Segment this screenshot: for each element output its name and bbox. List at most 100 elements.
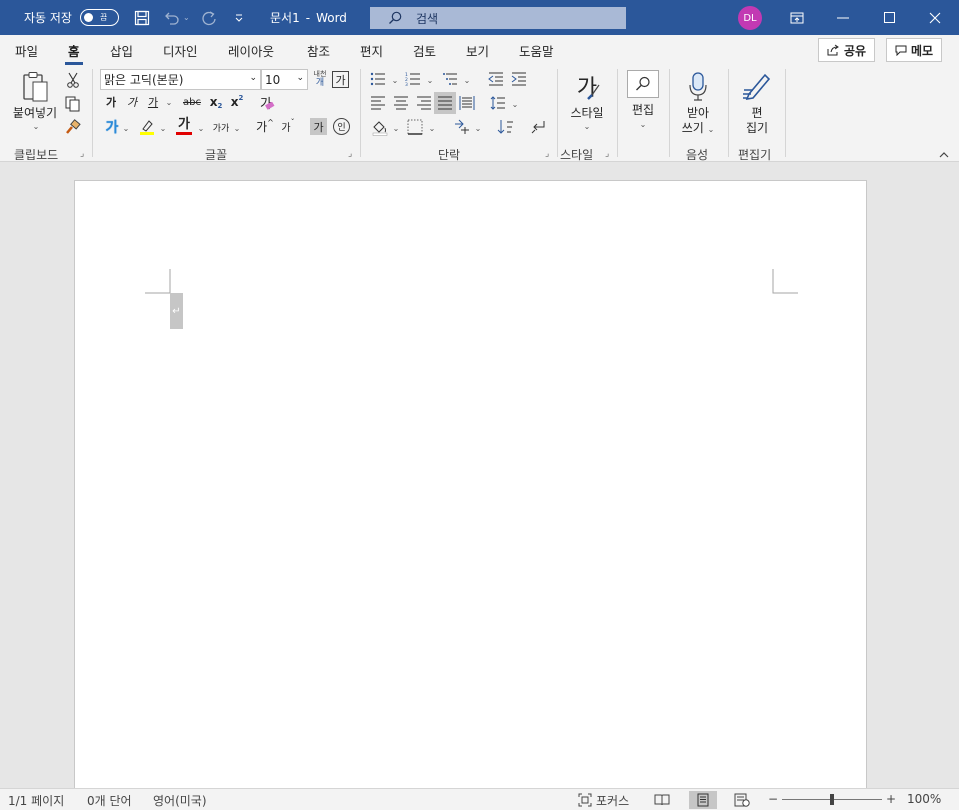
line-spacing-icon[interactable] [489,94,507,112]
distributed-icon[interactable] [458,94,476,112]
show-formatting-marks-icon[interactable] [529,118,549,136]
numbering-dropdown-icon[interactable]: ⌄ [425,74,435,86]
bullets-icon[interactable] [369,70,387,88]
zoom-in-button[interactable]: + [886,792,896,806]
comments-button[interactable]: 메모 [886,38,943,62]
phonetic-guide-icon[interactable]: 내천 개 [309,68,331,90]
align-center-icon[interactable] [392,94,410,112]
paragraph-launcher-icon[interactable]: ⌟ [545,149,549,159]
web-layout-icon[interactable] [730,791,754,809]
shading-dropdown-icon[interactable]: ⌄ [391,122,401,134]
character-scale-icon[interactable]: 가가 [210,118,232,136]
bold-icon[interactable]: 가 [103,93,119,111]
subscript-icon[interactable]: x2 [207,93,225,111]
zoom-slider-thumb[interactable] [830,794,834,805]
decrease-indent-icon[interactable] [487,70,505,88]
styles-launcher-icon[interactable]: ⌟ [605,149,609,159]
font-name-combo[interactable]: 맑은 고딕(본문) ⌄ [100,69,261,90]
customize-toolbar-icon[interactable] [230,9,248,27]
tab-references[interactable]: 참조 [307,41,330,60]
tab-file[interactable]: 파일 [15,41,38,60]
minimize-icon[interactable] [820,0,866,35]
line-spacing-dropdown-icon[interactable]: ⌄ [510,98,520,110]
print-layout-icon[interactable] [689,791,717,809]
avatar[interactable]: DL [738,6,762,30]
tab-home[interactable]: 홈 [65,41,82,65]
strikethrough-icon[interactable]: abc [180,93,204,111]
text-direction-icon[interactable] [452,118,472,136]
clipboard-launcher-icon[interactable]: ⌟ [80,149,84,159]
sort-icon[interactable] [496,118,516,136]
font-color-dropdown-icon[interactable]: ⌄ [196,122,206,134]
zoom-out-button[interactable]: − [768,792,778,806]
font-color-icon[interactable]: 가 [174,115,194,137]
character-shading-icon[interactable]: 가 [310,118,327,135]
zoom-level[interactable]: 100% [907,792,941,806]
language-indicator[interactable]: 영어(미국) [153,792,207,809]
enclose-characters-icon[interactable]: 인 [333,118,350,135]
tab-view[interactable]: 보기 [466,41,489,60]
tab-help[interactable]: 도움말 [519,41,554,60]
paste-icon[interactable] [20,70,52,104]
justify-icon[interactable] [434,92,456,114]
undo-icon[interactable] [163,9,181,27]
editing-dropdown-icon[interactable]: ⌄ [638,119,648,129]
font-launcher-icon[interactable]: ⌟ [348,149,352,159]
maximize-icon[interactable] [866,0,912,35]
borders-dropdown-icon[interactable]: ⌄ [427,122,437,134]
word-count[interactable]: 0개 단어 [87,792,132,809]
multilevel-list-icon[interactable] [441,70,459,88]
cut-icon[interactable] [64,71,82,89]
page-count[interactable]: 1/1 페이지 [8,792,64,809]
multilevel-dropdown-icon[interactable]: ⌄ [462,74,472,86]
search-input[interactable]: 검색 [370,7,626,29]
numbering-icon[interactable]: 123 [404,70,422,88]
document-area[interactable]: ↵ [0,162,959,800]
styles-dropdown-icon[interactable]: ⌄ [582,121,592,131]
underline-dropdown-icon[interactable]: ⌄ [164,96,174,108]
shading-icon[interactable] [370,118,390,136]
superscript-icon[interactable]: x2 [228,93,246,111]
grow-font-icon[interactable]: 가 ^ [255,117,275,135]
copy-icon[interactable] [64,95,82,113]
save-icon[interactable] [133,9,151,27]
tab-layout[interactable]: 레이아웃 [228,41,274,60]
microphone-icon[interactable] [686,70,710,104]
text-effects-dropdown-icon[interactable]: ⌄ [121,122,131,134]
editor-icon[interactable] [740,69,774,103]
editing-label[interactable]: 편집 [624,103,662,118]
document-page[interactable]: ↵ [74,180,867,800]
increase-indent-icon[interactable] [510,70,528,88]
bullets-dropdown-icon[interactable]: ⌄ [390,74,400,86]
text-effects-icon[interactable]: 가 [103,117,121,137]
ribbon-display-options-icon[interactable] [774,0,820,35]
focus-button[interactable]: 포커스 [576,791,636,809]
find-icon[interactable] [627,70,659,98]
undo-dropdown-icon[interactable]: ⌄ [183,13,190,22]
tab-mailings[interactable]: 편지 [360,41,383,60]
text-direction-dropdown-icon[interactable]: ⌄ [473,122,483,134]
italic-icon[interactable]: 가 [124,93,140,111]
tab-design[interactable]: 디자인 [163,41,198,60]
autosave-toggle[interactable]: 끔 [79,9,119,26]
paste-dropdown-icon[interactable]: ⌄ [31,121,41,131]
highlight-icon[interactable] [137,117,157,137]
highlight-dropdown-icon[interactable]: ⌄ [158,122,168,134]
align-left-icon[interactable] [369,94,387,112]
close-icon[interactable] [912,0,958,35]
styles-icon[interactable]: 가 [570,69,604,103]
tab-insert[interactable]: 삽입 [110,41,133,60]
character-border-icon[interactable]: 가 [332,71,349,88]
format-painter-icon[interactable] [64,118,82,136]
share-button[interactable]: 공유 [818,38,876,62]
redo-icon[interactable] [200,9,218,27]
dictate-button[interactable]: 쓰기 ⌄ [676,121,720,137]
font-size-combo[interactable]: 10 ⌄ [261,69,308,90]
collapse-ribbon-icon[interactable] [937,148,951,160]
clear-formatting-icon[interactable]: 가 [256,92,276,112]
tab-review[interactable]: 검토 [413,41,436,60]
underline-icon[interactable]: 가 [145,93,161,111]
read-mode-icon[interactable] [650,791,674,809]
borders-icon[interactable] [406,118,424,136]
align-right-icon[interactable] [415,94,433,112]
